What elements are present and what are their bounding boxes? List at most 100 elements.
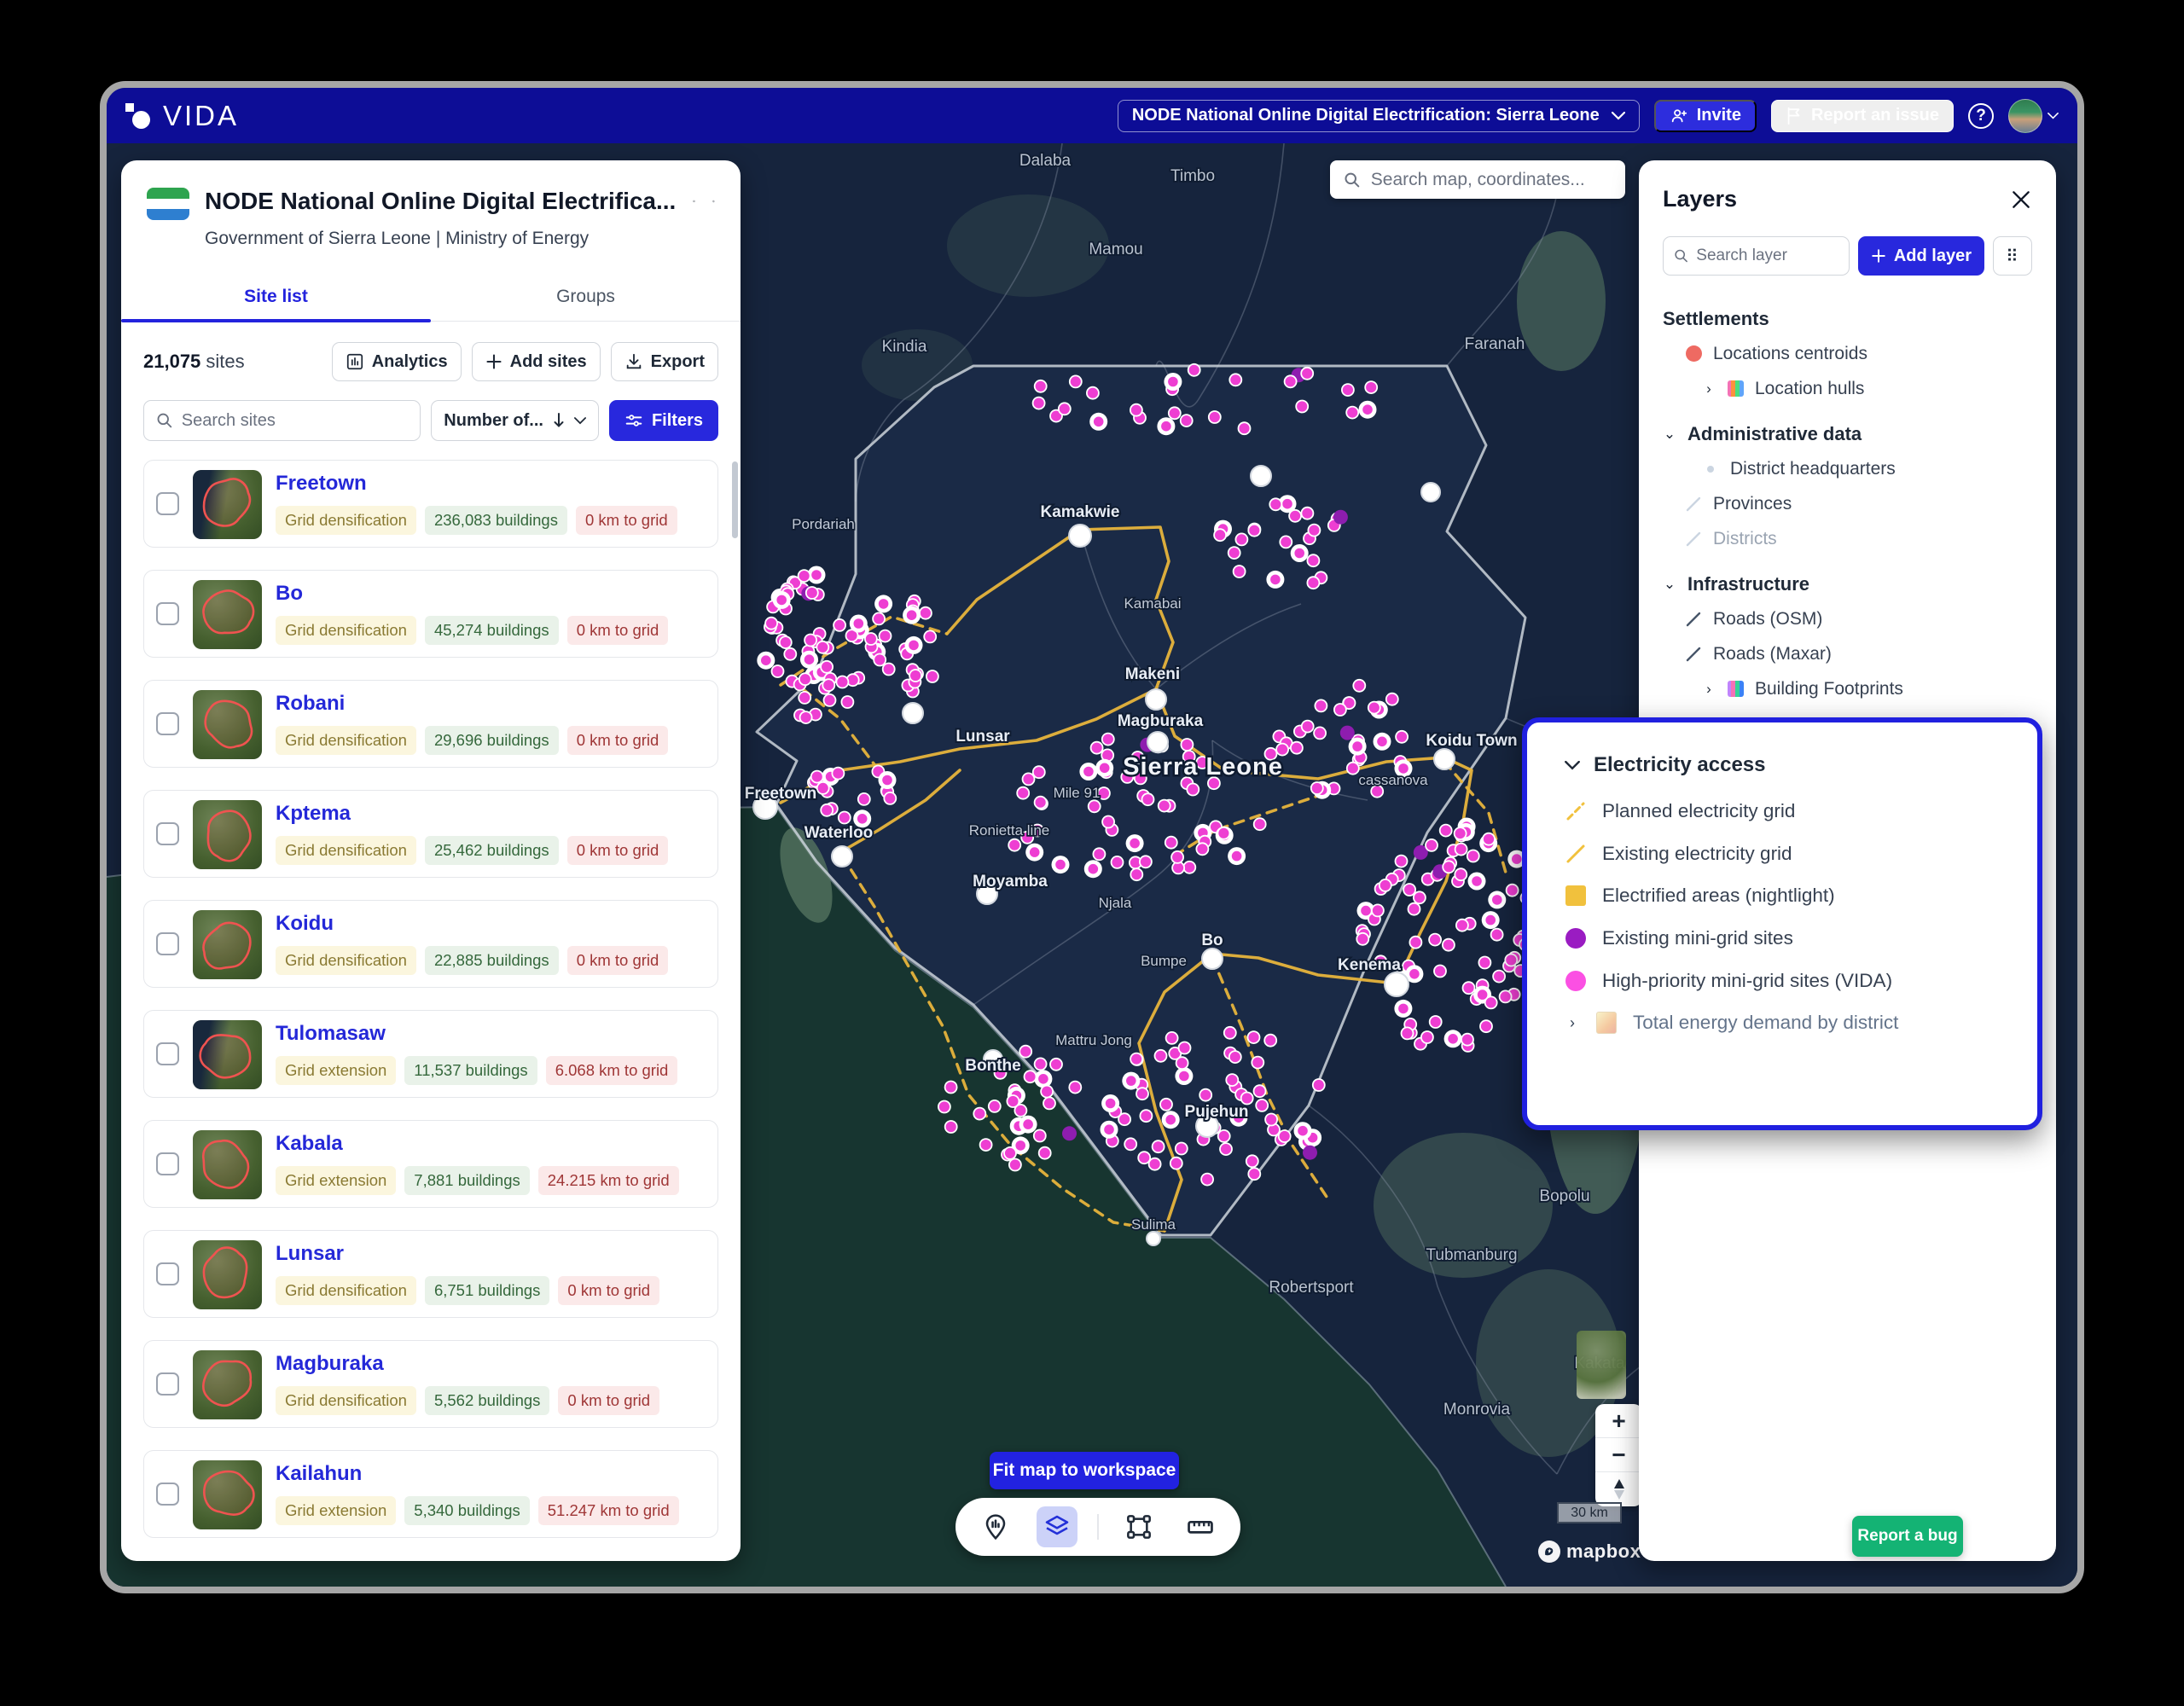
layer-row-settlements[interactable]: Settlements [1663,301,2032,336]
chevron-right-icon[interactable]: › [1565,1014,1580,1032]
site-name[interactable]: Robani [276,692,668,716]
legend-item-electrified-areas-nightlight-[interactable]: Electrified areas (nightlight) [1565,882,2003,910]
site-name[interactable]: Freetown [276,472,677,496]
tab-groups[interactable]: Groups [431,275,741,321]
chevron-right-icon[interactable]: › [1702,681,1716,698]
legend-item-existing-electricity-grid[interactable]: Existing electricity grid [1565,840,2003,868]
sort-dropdown[interactable]: Number of... [431,400,599,441]
site-card[interactable]: Freetown Grid densification 236,083 buil… [143,460,718,548]
analytics-label: Analytics [372,352,448,372]
map-search[interactable] [1330,160,1625,199]
legend-item-high-priority-mini-grid-sites-vida-[interactable]: High-priority mini-grid sites (VIDA) [1565,967,2003,995]
site-name[interactable]: Magburaka [276,1352,659,1376]
avatar [2008,99,2042,133]
site-name[interactable]: Kabala [276,1132,679,1156]
site-checkbox[interactable] [156,1483,179,1506]
site-thumbnail [193,910,262,979]
legend-item-planned-electricity-grid[interactable]: Planned electricity grid [1565,798,2003,826]
invite-button[interactable]: Invite [1654,100,1757,132]
site-card[interactable]: Lunsar Grid densification 6,751 building… [143,1230,718,1318]
book-icon[interactable] [693,190,695,212]
filters-button[interactable]: Filters [609,400,718,441]
site-name[interactable]: Tulomasaw [276,1022,677,1046]
layer-row-administrative-data[interactable]: ⌄Administrative data [1663,416,2032,451]
layer-search-input[interactable] [1696,247,1838,265]
site-card[interactable]: Kabala Grid extension 7,881 buildings 24… [143,1120,718,1208]
site-buildings-badge: 29,696 buildings [425,726,559,755]
site-card[interactable]: Kptema Grid densification 25,462 buildin… [143,790,718,878]
site-search-input[interactable] [182,411,409,431]
chevron-down-icon[interactable]: ⌄ [1663,426,1676,443]
minigrid-dot-icon [1565,927,1587,949]
layer-row-location-hulls[interactable]: ›Location hulls [1702,371,2032,406]
mapbox-icon [1538,1541,1560,1563]
select-area-tool-button[interactable] [1118,1506,1159,1547]
layer-row-roads-maxar-[interactable]: Roads (Maxar) [1685,636,2032,671]
fit-map-button[interactable]: Fit map to workspace [990,1452,1179,1489]
site-card[interactable]: Koidu Grid densification 22,885 building… [143,900,718,988]
layer-row-districts[interactable]: Districts [1685,521,2032,556]
site-marker-tool-button[interactable] [975,1506,1016,1547]
legend-item-total-energy-demand-by-district[interactable]: ›Total energy demand by district [1565,1009,2003,1037]
site-checkbox[interactable] [156,1152,179,1175]
layer-row-roads-osm-[interactable]: Roads (OSM) [1685,601,2032,636]
planned-grid-line-icon [1565,800,1587,822]
gear-icon[interactable] [712,189,715,213]
add-sites-button[interactable]: Add sites [472,342,601,381]
help-button[interactable]: ? [1968,103,1994,129]
chevron-down-icon[interactable]: ⌄ [1663,576,1676,593]
site-checkbox[interactable] [156,1042,179,1065]
site-name[interactable]: Kptema [276,802,668,826]
legend-item-existing-mini-grid-sites[interactable]: Existing mini-grid sites [1565,925,2003,953]
tab-site-list[interactable]: Site list [121,275,431,321]
site-checkbox[interactable] [156,822,179,845]
site-name[interactable]: Lunsar [276,1242,659,1266]
layer-row-district-headquarters[interactable]: District headquarters [1702,451,2032,486]
zoom-out-button[interactable]: − [1595,1438,1642,1472]
map-search-input[interactable] [1371,170,1612,190]
search-icon [1674,247,1688,264]
site-checkbox[interactable] [156,492,179,515]
site-checkbox[interactable] [156,932,179,955]
layer-search[interactable] [1663,236,1850,276]
site-card[interactable]: Kailahun Grid extension 5,340 buildings … [143,1450,718,1538]
layers-tool-button[interactable] [1037,1506,1077,1547]
layer-label: Settlements [1663,308,1769,330]
site-card[interactable]: Bo Grid densification 45,274 buildings 0… [143,570,718,658]
site-list[interactable]: Freetown Grid densification 236,083 buil… [121,456,741,1561]
zoom-in-button[interactable]: + [1595,1404,1642,1438]
chevron-right-icon[interactable]: › [1702,380,1716,397]
legend-label: Existing electricity grid [1602,840,1792,868]
add-layer-button[interactable]: Add layer [1858,236,1984,276]
layer-row-building-footprints[interactable]: ›Building Footprints [1702,671,2032,706]
report-bug-button[interactable]: Report a bug [1852,1516,1963,1557]
analytics-button[interactable]: Analytics [332,342,462,381]
layer-options-button[interactable]: ⠿ [1993,236,2032,276]
site-name[interactable]: Kailahun [276,1462,679,1486]
measure-tool-button[interactable] [1180,1506,1221,1547]
site-card[interactable]: Robani Grid densification 29,696 buildin… [143,680,718,768]
basemap-thumbnail[interactable] [1577,1331,1626,1399]
user-menu[interactable] [2008,99,2059,133]
compass-button[interactable] [1595,1472,1642,1506]
site-search[interactable] [143,400,421,441]
chevron-down-icon[interactable] [1565,761,1580,770]
layer-row-provinces[interactable]: Provinces [1685,486,2032,521]
layer-row-infrastructure[interactable]: ⌄Infrastructure [1663,566,2032,601]
workspace-selector[interactable]: NODE National Online Digital Electrifica… [1118,100,1640,132]
site-checkbox[interactable] [156,1262,179,1285]
site-card[interactable]: Magburaka Grid densification 5,562 build… [143,1340,718,1428]
site-checkbox[interactable] [156,712,179,735]
scrollbar-thumb[interactable] [732,461,738,538]
close-icon[interactable] [2010,189,2032,211]
layer-row-locations-centroids[interactable]: Locations centroids [1685,336,2032,371]
site-name[interactable]: Bo [276,582,668,606]
invite-person-icon [1670,107,1688,125]
site-name[interactable]: Koidu [276,912,668,936]
electricity-access-title[interactable]: Electricity access [1594,753,1765,777]
export-button[interactable]: Export [611,342,718,381]
site-card[interactable]: Tulomasaw Grid extension 11,537 building… [143,1010,718,1098]
report-issue-button[interactable]: Report an issue [1771,100,1954,132]
site-checkbox[interactable] [156,602,179,625]
site-checkbox[interactable] [156,1372,179,1396]
